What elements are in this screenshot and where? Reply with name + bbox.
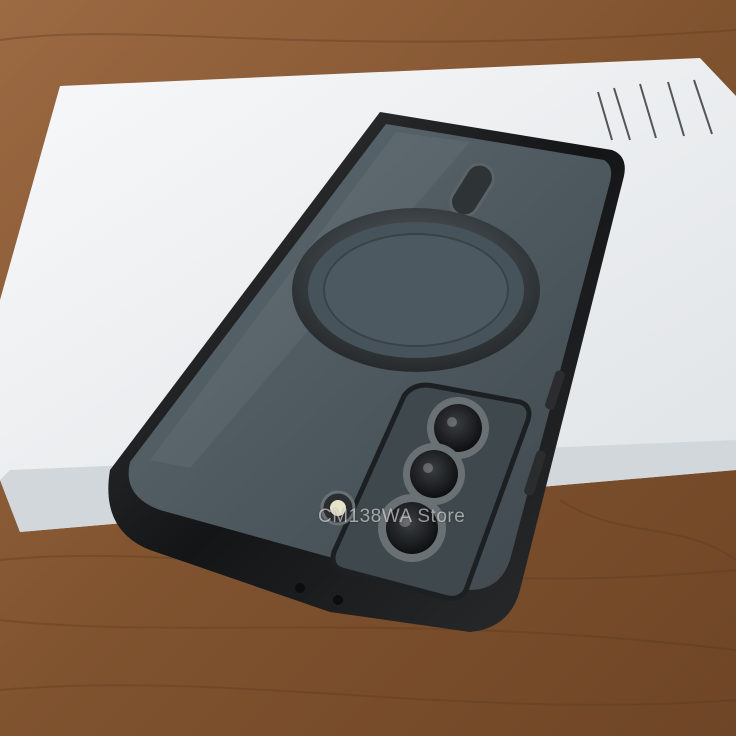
product-photo: CM138WA Store [0,0,736,736]
magsafe-ring [292,208,540,372]
photo-illustration [0,0,736,736]
port-hole [333,595,343,605]
camera-lens-bottom [378,494,446,562]
watermark: CM138WA Store [318,506,466,527]
port-hole [295,583,305,593]
